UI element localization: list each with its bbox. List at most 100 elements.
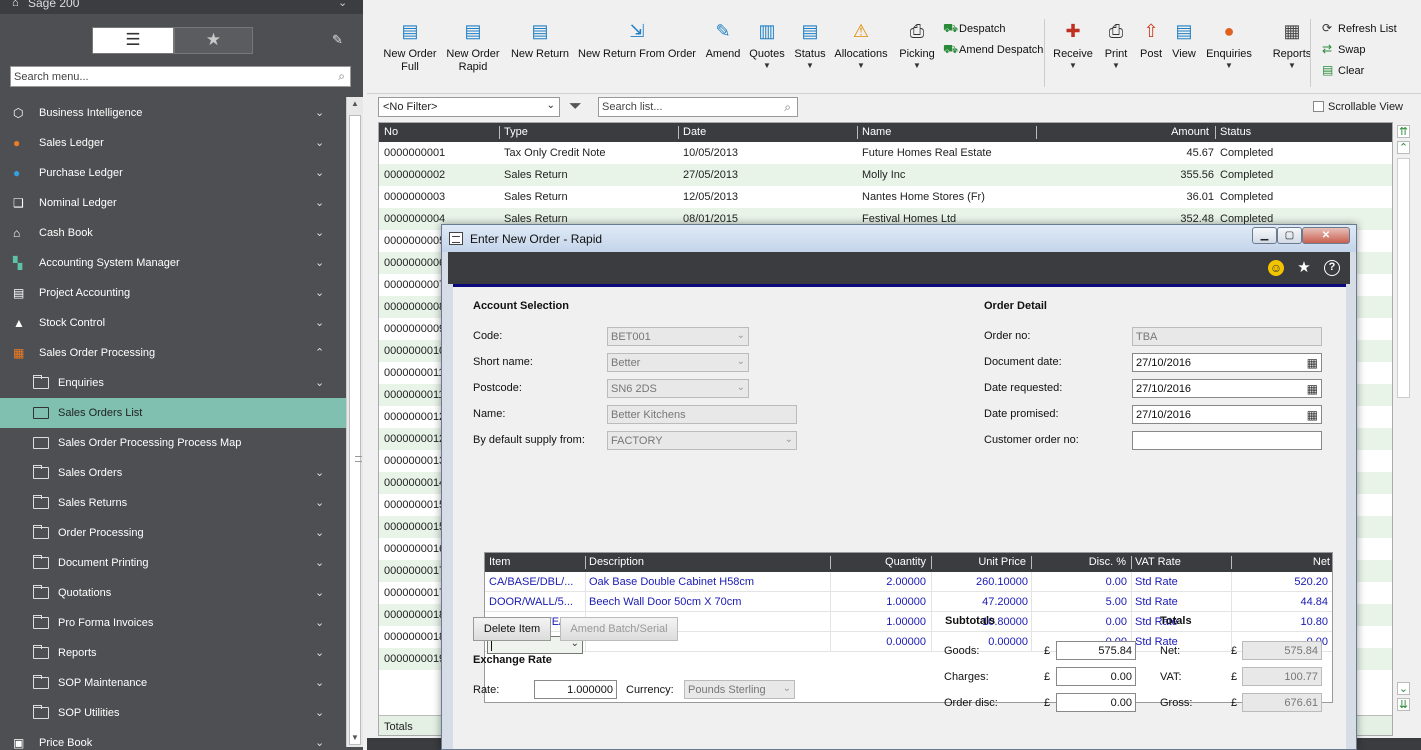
line-column-header[interactable]: Disc. % bbox=[1089, 556, 1126, 568]
rate-field[interactable]: 1.000000 bbox=[534, 680, 617, 699]
chevron-down-icon[interactable]: ⌄ bbox=[315, 616, 325, 629]
smiley-icon[interactable]: ☺ bbox=[1268, 260, 1284, 276]
scroll-down-icon[interactable]: ▼ bbox=[349, 733, 361, 745]
postcode-field[interactable]: SN6 2DS ⌄ bbox=[607, 379, 749, 398]
funnel-icon[interactable]: ⏷ bbox=[569, 98, 582, 116]
order-line-row[interactable]: DOOR/WALL/5... Beech Wall Door 50cm X 70c… bbox=[485, 592, 1332, 612]
swap-button[interactable]: ⇄ Swap bbox=[1322, 42, 1366, 56]
sidebar-scrollbar[interactable]: ▲ ▼ bbox=[346, 97, 363, 747]
chevron-down-icon[interactable]: ⌄ bbox=[315, 136, 325, 149]
sidebar-subitem[interactable]: Sales Orders List bbox=[0, 398, 346, 428]
delete-item-button[interactable]: Delete Item bbox=[473, 617, 551, 641]
chevron-up-icon[interactable]: ⌃ bbox=[315, 346, 325, 359]
menu-view-toggle[interactable]: ☰ bbox=[92, 27, 174, 54]
supply-from-field[interactable]: FACTORY ⌄ bbox=[607, 431, 797, 450]
chevron-down-icon[interactable]: ⌄ bbox=[315, 496, 325, 509]
scroll-page-up-icon[interactable]: ⌃ bbox=[1397, 141, 1410, 154]
line-column-header[interactable]: Description bbox=[589, 556, 644, 568]
scroll-thumb[interactable] bbox=[349, 115, 362, 745]
short-name-field[interactable]: Better ⌄ bbox=[607, 353, 749, 372]
sidebar-subitem[interactable]: Sales Returns ⌄ bbox=[0, 488, 346, 518]
sidebar-item[interactable]: ▣ Price Book ⌄ bbox=[0, 728, 346, 750]
chevron-down-icon[interactable]: ⌄ bbox=[315, 376, 325, 389]
minimize-button[interactable]: ▁ bbox=[1252, 227, 1277, 244]
sidebar-subitem[interactable]: Enquiries ⌄ bbox=[0, 368, 346, 398]
scroll-page-down-icon[interactable]: ⌄ bbox=[1397, 682, 1410, 695]
star-icon[interactable]: ★ bbox=[1296, 260, 1312, 276]
view-button[interactable]: ▤ View bbox=[1170, 20, 1198, 61]
column-separator[interactable] bbox=[1036, 126, 1037, 139]
column-header[interactable]: Status bbox=[1220, 126, 1251, 138]
line-cell-item[interactable]: DOOR/WALL/5... bbox=[489, 596, 573, 608]
sidebar-subitem[interactable]: SOP Utilities ⌄ bbox=[0, 698, 346, 728]
clear-button[interactable]: ▤ Clear bbox=[1322, 63, 1364, 77]
sidebar-subitem[interactable]: Order Processing ⌄ bbox=[0, 518, 346, 548]
line-column-header[interactable]: VAT Rate bbox=[1135, 556, 1181, 568]
order-line-row[interactable]: CA/BASE/DBL/... Oak Base Double Cabinet H… bbox=[485, 572, 1332, 592]
line-cell-qty[interactable]: 1.00000 bbox=[886, 616, 926, 628]
column-header[interactable]: No bbox=[384, 126, 398, 138]
line-cell-qty[interactable]: 2.00000 bbox=[886, 576, 926, 588]
column-header[interactable]: Amount bbox=[1171, 126, 1209, 138]
table-row[interactable]: 0000000001 Tax Only Credit Note 10/05/2013… bbox=[379, 142, 1392, 164]
chevron-down-icon[interactable]: ⌄ bbox=[338, 0, 347, 9]
line-column-header[interactable]: Net bbox=[1313, 556, 1330, 568]
table-row[interactable]: 0000000003 Sales Return 12/05/2013 Nantes H… bbox=[379, 186, 1392, 208]
chevron-down-icon[interactable]: ⌄ bbox=[315, 706, 325, 719]
sidebar-item[interactable]: ❑ Nominal Ledger ⌄ bbox=[0, 188, 346, 218]
sidebar-subitem[interactable]: Sales Order Processing Process Map bbox=[0, 428, 346, 458]
home-icon[interactable]: ⌂ bbox=[12, 0, 22, 9]
sidebar-item[interactable]: ▤ Project Accounting ⌄ bbox=[0, 278, 346, 308]
scrollable-view-toggle[interactable]: Scrollable View bbox=[1313, 101, 1403, 113]
favourites-view-toggle[interactable]: ★ bbox=[174, 27, 253, 54]
column-header[interactable]: Type bbox=[504, 126, 528, 138]
sidebar-item[interactable]: ⬡ Business Intelligence ⌄ bbox=[0, 98, 346, 128]
chevron-down-icon[interactable]: ⌄ bbox=[315, 556, 325, 569]
chevron-down-icon[interactable]: ⌄ bbox=[315, 526, 325, 539]
currency-field[interactable]: Pounds Sterling ⌄ bbox=[684, 680, 795, 699]
line-cell-price[interactable]: 260.10000 bbox=[976, 576, 1028, 588]
column-separator[interactable] bbox=[830, 556, 831, 569]
column-separator[interactable] bbox=[678, 126, 679, 139]
scroll-thumb[interactable] bbox=[1397, 158, 1410, 398]
column-separator[interactable] bbox=[857, 126, 858, 139]
customer-order-no-field[interactable] bbox=[1132, 431, 1322, 450]
calendar-icon[interactable]: ▦ bbox=[1307, 356, 1318, 370]
search-icon[interactable]: ⌕ bbox=[784, 100, 791, 115]
chevron-down-icon[interactable]: ⌄ bbox=[315, 676, 325, 689]
reports-button[interactable]: ▦ Reports ▼ bbox=[1270, 20, 1314, 71]
new-order-rapid-button[interactable]: ▤ New Order Rapid bbox=[445, 20, 501, 74]
print-button[interactable]: ⎙ Print ▼ bbox=[1102, 20, 1130, 71]
column-separator[interactable] bbox=[499, 126, 500, 139]
chevron-down-icon[interactable]: ⌄ bbox=[315, 466, 325, 479]
close-button[interactable]: ✕ bbox=[1302, 227, 1350, 244]
column-separator[interactable] bbox=[585, 556, 586, 569]
chevron-down-icon[interactable]: ⌄ bbox=[315, 256, 325, 269]
sidebar-item[interactable]: ⌂ Cash Book ⌄ bbox=[0, 218, 346, 248]
chevron-down-icon[interactable]: ⌄ bbox=[315, 646, 325, 659]
search-list-input[interactable] bbox=[599, 98, 774, 116]
sidebar-item[interactable]: ● Purchase Ledger ⌄ bbox=[0, 158, 346, 188]
checkbox-icon[interactable] bbox=[1313, 101, 1324, 112]
column-separator[interactable] bbox=[1231, 556, 1232, 569]
column-separator[interactable] bbox=[1215, 126, 1216, 139]
column-separator[interactable] bbox=[931, 556, 932, 569]
scroll-up-icon[interactable]: ▲ bbox=[349, 99, 361, 111]
chevron-down-icon[interactable]: ⌄ bbox=[315, 286, 325, 299]
search-menu-input[interactable] bbox=[11, 67, 321, 86]
sidebar-item[interactable]: ▚ Accounting System Manager ⌄ bbox=[0, 248, 346, 278]
chevron-down-icon[interactable]: ⌄ bbox=[315, 106, 325, 119]
calendar-icon[interactable]: ▦ bbox=[1307, 382, 1318, 396]
pencil-icon[interactable]: ✎ bbox=[332, 32, 343, 48]
amend-despatch-button[interactable]: ⛟Amend Despatch bbox=[943, 42, 1043, 58]
sidebar-item[interactable]: ● Sales Ledger ⌄ bbox=[0, 128, 346, 158]
table-row[interactable]: 0000000002 Sales Return 27/05/2013 Molly In… bbox=[379, 164, 1392, 186]
new-return-button[interactable]: ▤ New Return bbox=[509, 20, 571, 61]
date-promised-field[interactable]: 27/10/2016 ▦ bbox=[1132, 405, 1322, 424]
column-separator[interactable] bbox=[1131, 556, 1132, 569]
receive-button[interactable]: ✚ Receive ▼ bbox=[1052, 20, 1094, 71]
chevron-down-icon[interactable]: ⌄ bbox=[315, 316, 325, 329]
enquiries-button[interactable]: ● Enquiries ▼ bbox=[1205, 20, 1253, 71]
line-column-header[interactable]: Quantity bbox=[885, 556, 926, 568]
despatch-button[interactable]: ⛟Despatch bbox=[943, 21, 1005, 37]
